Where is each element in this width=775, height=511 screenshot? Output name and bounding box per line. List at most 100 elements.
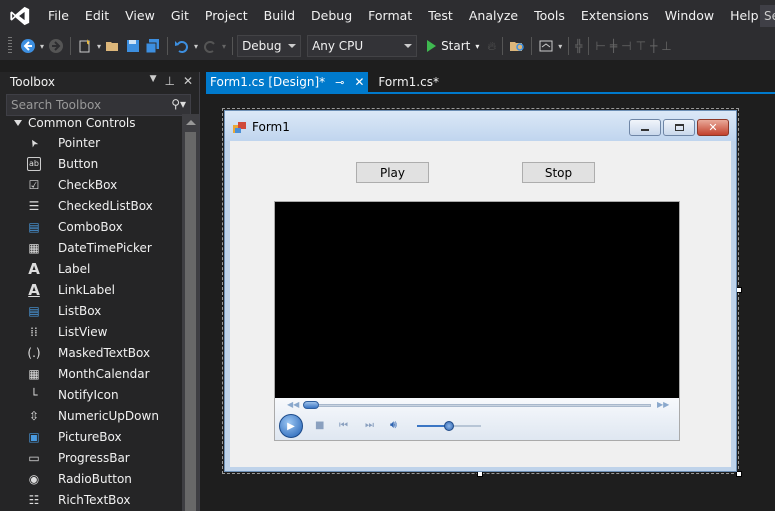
toolbox-item-numericupdown[interactable]: ⇳ NumericUpDown bbox=[0, 405, 182, 426]
toolbar-grip[interactable] bbox=[8, 37, 12, 55]
toolbox-scrollbar[interactable] bbox=[182, 114, 199, 511]
previous-track-icon[interactable]: ⏮︎ bbox=[339, 420, 348, 431]
close-icon: ✕ bbox=[708, 121, 718, 134]
menu-project[interactable]: Project bbox=[197, 0, 256, 32]
maximize-button[interactable] bbox=[663, 119, 695, 136]
seek-bar[interactable] bbox=[305, 404, 651, 407]
toolbox-item-label: Pointer bbox=[58, 135, 101, 150]
toolbox-item-combobox[interactable]: ▤ ComboBox bbox=[0, 216, 182, 237]
dropdown-arrow-icon[interactable]: ▾ bbox=[97, 36, 101, 56]
toolbox-item-linklabel[interactable]: A LinkLabel bbox=[0, 279, 182, 300]
align-tops-icon[interactable]: ⊤ bbox=[636, 36, 646, 56]
menu-view[interactable]: View bbox=[117, 0, 163, 32]
align-lefts-icon[interactable]: ⊢ bbox=[595, 36, 605, 56]
back-icon[interactable] bbox=[20, 36, 36, 56]
dropdown-arrow-icon[interactable]: ▾ bbox=[40, 36, 44, 56]
menu-edit[interactable]: Edit bbox=[77, 0, 117, 32]
toolbox-item-checkbox[interactable]: ☑ CheckBox bbox=[0, 174, 182, 195]
menu-analyze[interactable]: Analyze bbox=[461, 0, 526, 32]
align-centers-icon[interactable]: ╪ bbox=[610, 36, 617, 56]
close-icon[interactable]: ✕ bbox=[183, 74, 193, 88]
toolbox-item-button[interactable]: ab Button bbox=[0, 153, 182, 174]
media-stop-icon[interactable]: ■ bbox=[315, 420, 324, 431]
pointer-icon: ➤ bbox=[27, 136, 41, 149]
seek-back-icon[interactable]: ◀◀ bbox=[287, 400, 299, 409]
pin-icon[interactable]: ⊥ bbox=[164, 74, 174, 88]
toolbox-item-picturebox[interactable]: ▣ PictureBox bbox=[0, 426, 182, 447]
tab-form1-design[interactable]: Form1.cs [Design]* ⊸ ✕ bbox=[206, 72, 369, 92]
search-box[interactable]: Se bbox=[760, 5, 775, 27]
toolbox-item-label: NumericUpDown bbox=[58, 408, 159, 423]
next-track-icon[interactable]: ⏭︎ bbox=[365, 420, 374, 431]
align-bottoms-icon[interactable]: ⊥ bbox=[661, 36, 671, 56]
find-in-files-icon[interactable] bbox=[509, 36, 525, 56]
close-button[interactable]: ✕ bbox=[697, 119, 729, 136]
menu-extensions[interactable]: Extensions bbox=[573, 0, 657, 32]
save-all-icon[interactable] bbox=[145, 36, 161, 56]
volume-slider-thumb[interactable] bbox=[444, 421, 454, 431]
forward-icon[interactable] bbox=[48, 36, 64, 56]
seek-forward-icon[interactable]: ▶▶ bbox=[657, 400, 669, 409]
align-middles-icon[interactable]: ┼ bbox=[650, 36, 657, 56]
align-to-grid-icon[interactable]: ╬ bbox=[575, 36, 582, 56]
toolbox-item-checkedlistbox[interactable]: ☰ CheckedListBox bbox=[0, 195, 182, 216]
menu-build[interactable]: Build bbox=[256, 0, 303, 32]
seek-thumb[interactable] bbox=[303, 401, 319, 409]
play-button[interactable]: Play bbox=[356, 162, 429, 183]
volume-icon[interactable]: 🔊︎ bbox=[390, 418, 397, 432]
save-icon[interactable] bbox=[125, 36, 141, 56]
toolbar-separator bbox=[70, 37, 72, 55]
align-rights-icon[interactable]: ⊣ bbox=[621, 36, 631, 56]
undo-icon[interactable] bbox=[174, 36, 190, 56]
menu-git[interactable]: Git bbox=[163, 0, 197, 32]
toolbox-item-monthcalendar[interactable]: ▦ MonthCalendar bbox=[0, 363, 182, 384]
toolbox-item-label: MaskedTextBox bbox=[58, 345, 151, 360]
solution-platform-combo[interactable]: Any CPU bbox=[307, 35, 418, 57]
dropdown-arrow-icon[interactable]: ▾ bbox=[558, 36, 562, 56]
toolbox-item-richtextbox[interactable]: ☷ RichTextBox bbox=[0, 489, 182, 510]
listview-icon: ⁞⁞ bbox=[30, 324, 38, 339]
toolbox-item-listbox[interactable]: ▤ ListBox bbox=[0, 300, 182, 321]
menu-format[interactable]: Format bbox=[360, 0, 420, 32]
toolbox-item-progressbar[interactable]: ▭ ProgressBar bbox=[0, 447, 182, 468]
hot-reload-icon[interactable]: 🔥︎ bbox=[487, 36, 496, 56]
toolbox-item-notifyicon[interactable]: └ NotifyIcon bbox=[0, 384, 182, 405]
menu-tools[interactable]: Tools bbox=[526, 0, 573, 32]
close-icon[interactable]: ✕ bbox=[354, 75, 364, 89]
scroll-up-icon[interactable] bbox=[186, 120, 196, 125]
minimize-icon bbox=[641, 129, 649, 131]
toolbox-item-datetimepicker[interactable]: ▦ DateTimePicker bbox=[0, 237, 182, 258]
toolbox-item-label[interactable]: A Label bbox=[0, 258, 182, 279]
toolbox-item-listview[interactable]: ⁞⁞ ListView bbox=[0, 321, 182, 342]
stop-button[interactable]: Stop bbox=[522, 162, 595, 183]
toolbox-search-input[interactable]: Search Toolbox ⚲▾ bbox=[6, 94, 191, 116]
toolbox-item-pointer[interactable]: ➤ Pointer bbox=[0, 132, 182, 153]
solution-configuration-combo[interactable]: Debug bbox=[237, 35, 302, 57]
dropdown-arrow-icon[interactable]: ▾ bbox=[194, 36, 198, 56]
tab-form1-code[interactable]: Form1.cs* bbox=[374, 72, 443, 92]
scrollbar-thumb[interactable] bbox=[185, 132, 196, 511]
minimize-button[interactable] bbox=[629, 119, 661, 136]
menu-file[interactable]: File bbox=[40, 0, 77, 32]
open-file-icon[interactable] bbox=[105, 36, 121, 56]
toolbox-search-placeholder: Search Toolbox bbox=[11, 98, 102, 112]
chevron-down-icon[interactable]: ▼ bbox=[150, 74, 157, 88]
toolbox-item-radiobutton[interactable]: ◉ RadioButton bbox=[0, 468, 182, 489]
menu-test[interactable]: Test bbox=[420, 0, 461, 32]
notifyicon-icon: └ bbox=[30, 387, 38, 402]
toolbox-group-common-controls[interactable]: Common Controls bbox=[0, 114, 182, 132]
search-icon[interactable]: ⚲▾ bbox=[171, 97, 186, 111]
browser-icon[interactable] bbox=[538, 36, 554, 56]
new-project-icon[interactable] bbox=[77, 36, 93, 56]
start-button[interactable]: Start ▾ bbox=[427, 36, 479, 56]
toolbox-item-maskedtextbox[interactable]: (.) MaskedTextBox bbox=[0, 342, 182, 363]
progressbar-icon: ▭ bbox=[28, 450, 40, 465]
menu-window[interactable]: Window bbox=[657, 0, 722, 32]
dropdown-arrow-icon[interactable]: ▾ bbox=[222, 36, 226, 56]
pin-icon[interactable]: ⊸ bbox=[335, 76, 344, 89]
visual-studio-logo-icon[interactable] bbox=[0, 0, 40, 32]
media-play-button[interactable]: ▶ bbox=[279, 414, 303, 438]
redo-icon[interactable] bbox=[202, 36, 218, 56]
media-player-control[interactable]: ◀◀ ▶▶ ▶ ■ ⏮︎ ⏭︎ 🔊︎ bbox=[274, 201, 680, 441]
menu-debug[interactable]: Debug bbox=[303, 0, 360, 32]
